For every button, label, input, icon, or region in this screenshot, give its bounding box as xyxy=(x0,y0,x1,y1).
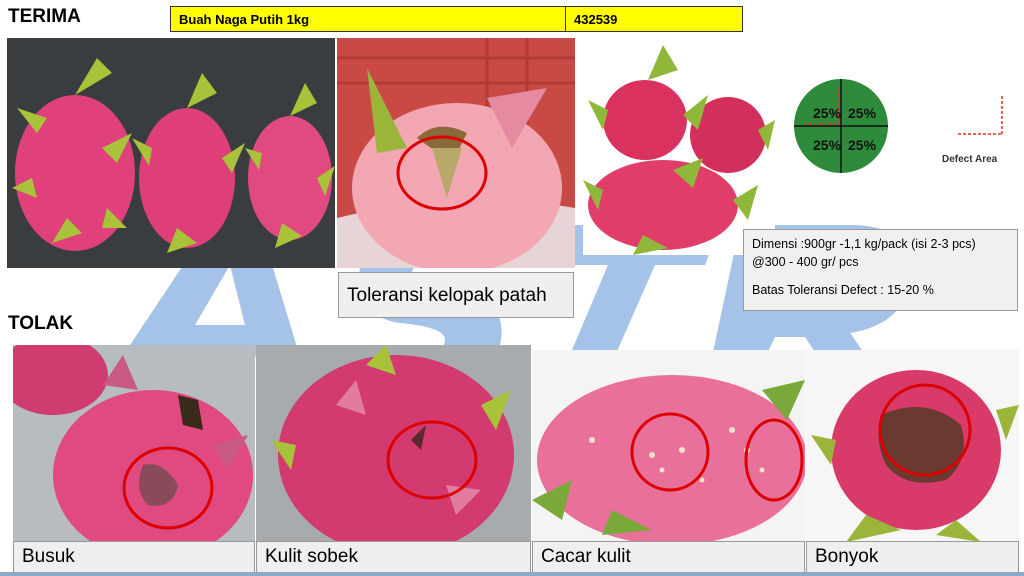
quadrant-label-3: 25% xyxy=(813,137,842,153)
product-code: 432539 xyxy=(574,12,618,27)
accept-photo-broken-petal xyxy=(337,38,575,268)
spec-weight-per-piece: @300 - 400 gr/ pcs xyxy=(752,255,859,269)
accept-photo-cluster xyxy=(583,40,775,255)
product-name: Buah Naga Putih 1kg xyxy=(171,7,566,31)
quadrant-label-1: 25% xyxy=(813,105,842,121)
reject-photo-bruised xyxy=(806,350,1019,542)
product-info-bar: Buah Naga Putih 1kg 432539 xyxy=(170,6,743,32)
reject-photo-rotten xyxy=(13,345,255,542)
caption-bruised: Bonyok xyxy=(806,541,1019,573)
quadrant-label-2: 25% xyxy=(848,105,877,121)
reject-photo-skin-pox xyxy=(532,350,805,542)
caption-torn-skin: Kulit sobek xyxy=(256,541,531,573)
accept-section-label: TERIMA xyxy=(8,6,81,27)
quadrant-label-4: 25% xyxy=(848,137,877,153)
caption-skin-pox: Cacar kulit xyxy=(532,541,805,573)
defect-legend-label: Defect Area xyxy=(942,154,998,165)
caption-broken-petal: Toleransi kelopak patah xyxy=(338,272,574,318)
reject-photo-torn-skin xyxy=(256,345,531,542)
spec-defect-tolerance: Batas Toleransi Defect : 15-20 % xyxy=(752,283,934,297)
spec-dimension: Dimensi :900gr -1,1 kg/pack (isi 2-3 pcs… xyxy=(752,237,976,251)
accept-photo-three-fruits xyxy=(7,38,335,268)
defect-area-chart: 25% 25% 25% 25% xyxy=(794,79,888,173)
caption-rotten: Busuk xyxy=(13,541,255,573)
spec-info-box: Dimensi :900gr -1,1 kg/pack (isi 2-3 pcs… xyxy=(743,229,1018,311)
bottom-divider xyxy=(0,572,1024,576)
reject-section-label: TOLAK xyxy=(8,313,74,334)
